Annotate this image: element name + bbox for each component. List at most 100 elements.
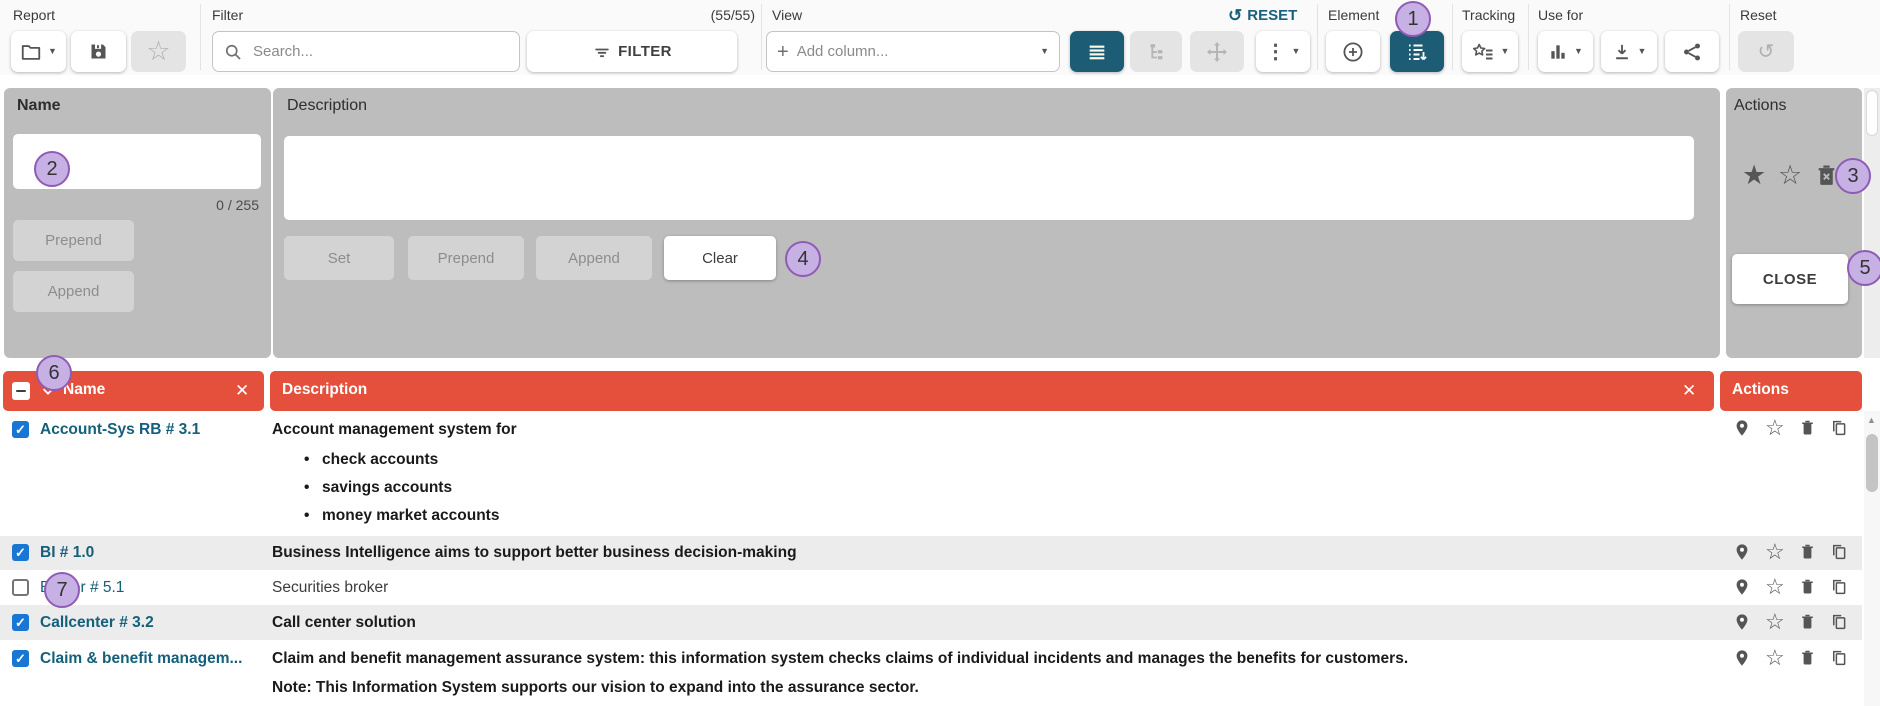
star-outline-icon[interactable]: ☆ [1778, 162, 1802, 189]
row-checkbox[interactable] [12, 579, 29, 596]
bulk-edit-name-panel: Name 0 / 255 Prepend Append [4, 88, 271, 358]
row-description: Account management system for [272, 421, 517, 439]
name-column-header[interactable]: Name [63, 381, 105, 399]
download-button[interactable]: ▼ [1601, 31, 1657, 72]
hierarchy-view-button[interactable] [1130, 31, 1182, 72]
table-scrollbar-track[interactable]: ▲ [1864, 411, 1880, 706]
bulk-edit-button[interactable] [1390, 31, 1444, 72]
star-filled-icon[interactable]: ★ [1742, 162, 1766, 189]
description-clear-button[interactable]: Clear [664, 236, 776, 280]
table-row: ✓ Claim & benefit managem... Claim and b… [0, 640, 1862, 706]
row-description: Call center solution [272, 614, 416, 632]
plus-icon: + [777, 42, 789, 62]
hierarchy-icon [1145, 41, 1167, 63]
description-set-button[interactable]: Set [284, 236, 394, 280]
caret-down-icon: ▼ [48, 47, 57, 56]
copy-icon[interactable] [1830, 543, 1848, 561]
trash-icon[interactable] [1799, 578, 1816, 595]
use-for-section-label: Use for [1538, 7, 1583, 23]
close-button[interactable]: CLOSE [1732, 254, 1848, 304]
fact-sheet-link[interactable]: Callcenter # 3.2 [40, 614, 154, 632]
actions-column-header: Actions [1732, 381, 1789, 399]
row-checkbox[interactable]: ✓ [12, 650, 29, 667]
add-column-placeholder: Add column... [797, 43, 1032, 60]
save-icon [88, 41, 109, 62]
copy-icon[interactable] [1830, 613, 1848, 631]
copy-icon[interactable] [1830, 419, 1848, 437]
name-panel-title: Name [17, 97, 61, 115]
fact-sheet-link[interactable]: BI # 1.0 [40, 544, 94, 562]
open-report-button[interactable]: ▼ [11, 31, 66, 72]
trash-icon[interactable] [1799, 419, 1816, 436]
favorite-star-icon[interactable]: ☆ [1765, 647, 1785, 669]
description-append-button[interactable]: Append [536, 236, 652, 280]
favorite-star-icon[interactable]: ☆ [1765, 576, 1785, 598]
fact-sheet-link[interactable]: Claim & benefit managem... [40, 650, 242, 668]
location-pin-icon[interactable] [1733, 543, 1751, 561]
add-column-dropdown[interactable]: + Add column... ▼ [766, 31, 1060, 72]
table-header-actions: Actions [1720, 371, 1862, 411]
copy-icon[interactable] [1830, 578, 1848, 596]
row-checkbox[interactable]: ✓ [12, 614, 29, 631]
more-options-button[interactable]: ⋮ ▼ [1256, 31, 1310, 72]
favorite-star-icon[interactable]: ☆ [1765, 611, 1785, 633]
remove-name-column-icon[interactable]: ✕ [235, 382, 249, 399]
favorite-star-icon[interactable]: ☆ [1765, 417, 1785, 439]
section-divider [1729, 4, 1730, 70]
search-input[interactable] [251, 42, 509, 61]
table-header-description: Description ✕ [270, 371, 1714, 411]
name-append-button[interactable]: Append [13, 271, 134, 312]
page-scrollbar-track[interactable] [1864, 88, 1880, 358]
chart-button[interactable]: ▼ [1538, 31, 1593, 72]
annotation-marker-3: 3 [1835, 158, 1871, 194]
table-row: Broker # 5.1 Securities broker ☆ [0, 570, 1862, 605]
location-pin-icon[interactable] [1733, 578, 1751, 596]
trash-icon[interactable] [1799, 613, 1816, 630]
trash-icon[interactable] [1799, 543, 1816, 560]
description-prepend-button[interactable]: Prepend [408, 236, 524, 280]
scroll-up-arrow-icon[interactable]: ▲ [1867, 415, 1876, 425]
plus-circle-icon [1341, 40, 1365, 64]
remove-description-column-icon[interactable]: ✕ [1682, 382, 1696, 399]
toolbar: Report ▼ ☆ Filter (55/55) [0, 0, 1880, 75]
copy-icon[interactable] [1830, 649, 1848, 667]
fact-sheet-link[interactable]: Account-Sys RB # 3.1 [40, 421, 200, 439]
share-button[interactable] [1665, 31, 1719, 72]
favorite-report-button[interactable]: ☆ [131, 31, 186, 72]
actions-panel-title: Actions [1734, 97, 1786, 115]
description-column-header[interactable]: Description [282, 381, 367, 399]
table-scrollbar-thumb[interactable] [1866, 434, 1878, 492]
view-reset-label: RESET [1247, 7, 1297, 24]
name-prepend-button[interactable]: Prepend [13, 220, 134, 261]
reset-button[interactable]: ↺ [1738, 31, 1794, 72]
report-section-label: Report [13, 7, 55, 23]
bullet-icon: • [304, 451, 322, 469]
row-checkbox[interactable]: ✓ [12, 544, 29, 561]
page-scrollbar-thumb[interactable] [1866, 90, 1878, 136]
filter-button-label: FILTER [618, 43, 672, 60]
list-view-icon [1086, 41, 1108, 63]
row-description: Securities broker [272, 579, 388, 597]
add-element-button[interactable] [1326, 31, 1380, 72]
filter-lines-icon [592, 42, 612, 62]
annotation-marker-2: 2 [34, 151, 70, 187]
move-button[interactable] [1190, 31, 1244, 72]
select-all-checkbox[interactable] [12, 382, 30, 400]
location-pin-icon[interactable] [1733, 419, 1751, 437]
tracking-button[interactable]: ▼ [1462, 31, 1518, 72]
annotation-marker-7: 7 [44, 572, 80, 608]
trash-icon[interactable] [1799, 649, 1816, 666]
list-view-button[interactable] [1070, 31, 1124, 72]
bullet-icon: • [304, 479, 322, 497]
favorite-star-icon[interactable]: ☆ [1765, 541, 1785, 563]
location-pin-icon[interactable] [1733, 649, 1751, 667]
bar-chart-icon [1548, 42, 1568, 62]
filter-button[interactable]: FILTER [527, 31, 737, 72]
bulk-edit-list-icon [1405, 40, 1429, 64]
row-checkbox[interactable]: ✓ [12, 421, 29, 438]
save-report-button[interactable] [71, 31, 126, 72]
location-pin-icon[interactable] [1733, 613, 1751, 631]
section-divider [1452, 4, 1453, 70]
view-reset-link[interactable]: ↺ RESET [1228, 7, 1297, 24]
bulk-description-textarea[interactable] [284, 136, 1694, 220]
